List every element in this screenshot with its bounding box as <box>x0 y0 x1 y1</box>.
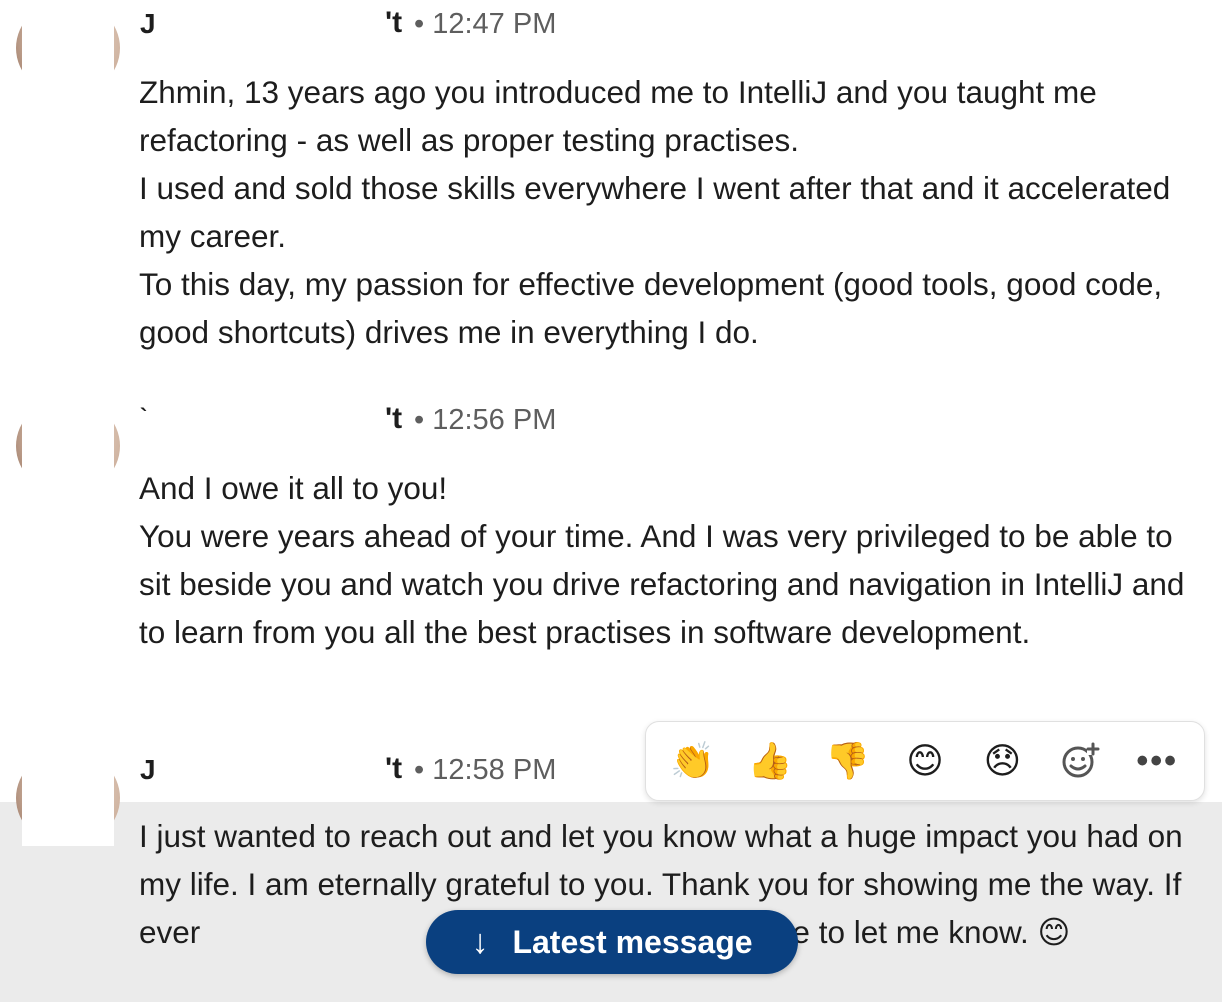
message-line: I used and sold those skills everywhere … <box>139 170 1171 254</box>
sender-name[interactable]: J <box>140 754 156 786</box>
message-line: You were years ahead of your time. And I… <box>139 518 1185 650</box>
sender-name[interactable]: J <box>140 8 156 40</box>
more-icon[interactable]: ••• <box>1129 733 1185 789</box>
avatar[interactable] <box>16 0 120 96</box>
thumbs-down-icon[interactable]: 👎 <box>820 733 876 789</box>
message-body: Zhmin, 13 years ago you introduced me to… <box>139 68 1209 356</box>
smile-icon[interactable]: 😊 <box>897 733 953 789</box>
timestamp: • 12:58 PM <box>414 754 556 787</box>
message-line: And I owe it all to you! <box>139 470 448 506</box>
sender-name-fragment[interactable]: 't <box>385 752 402 786</box>
avatar[interactable] <box>16 750 120 846</box>
separator: • <box>414 404 425 436</box>
message-2[interactable]: ` 't • 12:56 PM And I owe it all to you!… <box>0 380 1222 720</box>
message-body: And I owe it all to you! You were years … <box>139 464 1209 656</box>
timestamp: • 12:56 PM <box>414 404 556 437</box>
message-1[interactable]: J 't • 12:47 PM Zhmin, 13 years ago you … <box>0 0 1222 380</box>
sender-name-fragment[interactable]: 't <box>385 6 402 40</box>
separator: • <box>414 8 425 40</box>
sender-name[interactable]: ` <box>140 404 147 430</box>
latest-message-label: Latest message <box>512 923 753 960</box>
message-line: To this day, my passion for effective de… <box>139 266 1163 350</box>
time: 12:47 PM <box>432 8 557 40</box>
avatar[interactable] <box>16 398 120 494</box>
arrow-down-icon: ↓ <box>471 922 489 961</box>
thumbs-up-icon[interactable]: 👍 <box>742 733 798 789</box>
message-line: Zhmin, 13 years ago you introduced me to… <box>139 74 1097 158</box>
reaction-bar: 👏 👍 👎 😊 😞 ••• <box>645 721 1205 801</box>
time: 12:56 PM <box>432 404 557 436</box>
timestamp: • 12:47 PM <box>414 8 556 41</box>
sender-name-fragment[interactable]: 't <box>385 402 402 436</box>
add-reaction-icon[interactable] <box>1052 733 1108 789</box>
latest-message-button[interactable]: ↓ Latest message <box>426 910 798 974</box>
separator: • <box>414 754 425 786</box>
clapping-hands-icon[interactable]: 👏 <box>665 733 721 789</box>
time: 12:58 PM <box>432 754 557 786</box>
sad-face-icon[interactable]: 😞 <box>974 733 1030 789</box>
